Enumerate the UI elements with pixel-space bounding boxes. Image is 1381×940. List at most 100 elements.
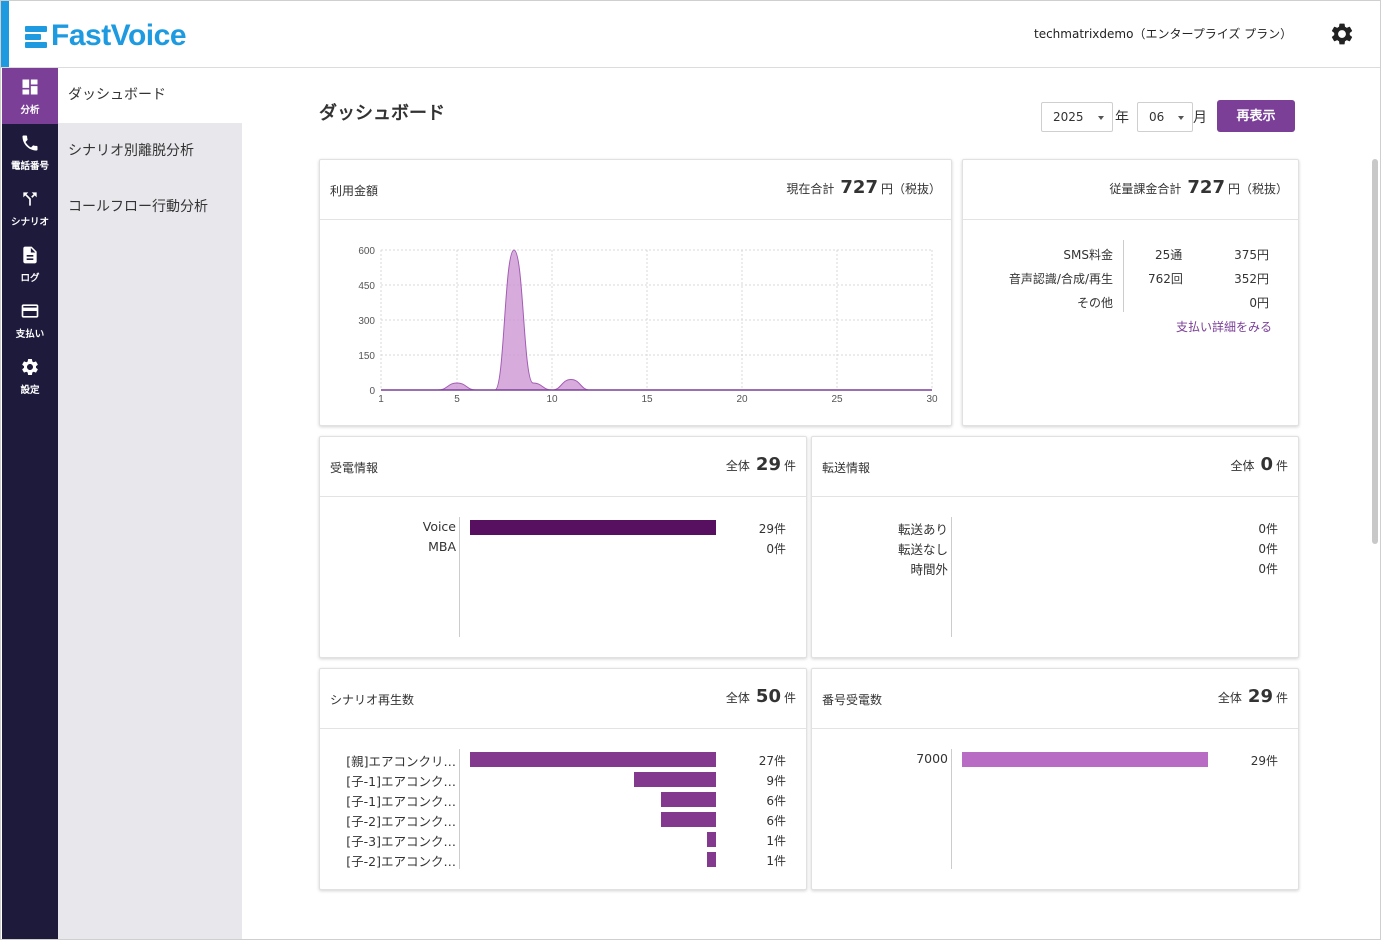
refresh-button[interactable]: 再表示 (1217, 100, 1295, 132)
gear-icon (22, 359, 38, 375)
bar[interactable] (706, 852, 716, 867)
axis-line (459, 517, 460, 637)
page-title: ダッシュボード (319, 103, 445, 124)
icon-rail: 分析 電話番号 シナリオ ログ 支払い 設定 (2, 68, 58, 939)
rail-item-scenario[interactable]: シナリオ (2, 180, 58, 236)
bar-label: [子-2]エアコンク… (346, 814, 456, 829)
fee-amount: 352円 (1234, 272, 1269, 286)
bar-value: 1件 (766, 854, 786, 868)
rail-item-phone-number[interactable]: 電話番号 (2, 124, 58, 180)
total-label: 現在合計 (786, 182, 835, 196)
total-value: 727 (1187, 177, 1225, 198)
bar-label: [子-3]エアコンク… (346, 834, 456, 849)
bar-label: [子-1]エアコンク… (346, 794, 456, 809)
header-accent-bar (1, 1, 9, 67)
fee-amount: 375円 (1234, 248, 1269, 262)
app-window: FastVoice techmatrixdemo（エンタープライズ プラン） 分… (0, 0, 1381, 940)
fee-amount: 0円 (1249, 296, 1269, 310)
usage-area-chart: 60045030015001 5 10 15 20 25 30 (358, 246, 938, 405)
bar[interactable] (706, 832, 716, 847)
bar[interactable] (661, 792, 716, 807)
bar-label: Voice (422, 519, 456, 534)
usage-card: 利用金額 現在合計 727 円（税抜） 600 450 300 150 0 1 5 10 15 20 2… (319, 159, 952, 426)
card-title: 転送情報 (822, 461, 871, 475)
rail-label: ログ (20, 273, 40, 284)
total-unit: 円（税抜） (1227, 182, 1288, 196)
bar-value: 29件 (758, 522, 786, 536)
fastvoice-logo[interactable]: FastVoice (25, 19, 187, 53)
fee-label: SMS料金 (1063, 248, 1113, 262)
card-title: 受電情報 (330, 461, 379, 475)
phone-icon (22, 135, 38, 151)
bar-label: [親]エアコンクリ… (346, 754, 456, 769)
bar-label: [子-2]エアコンク… (346, 854, 456, 869)
total-label: 全体 (725, 691, 750, 705)
bar-value: 27件 (758, 754, 786, 768)
settings-gear-icon[interactable] (1329, 21, 1355, 47)
rail-item-analysis[interactable]: 分析 (2, 68, 58, 124)
fee-label: 音声認識/合成/再生 (1008, 272, 1113, 286)
fee-count: 762回 (1148, 272, 1183, 286)
total-unit: 円（税抜） (880, 182, 941, 196)
month-select[interactable]: 06 (1137, 102, 1193, 132)
total-value: 29 (755, 454, 781, 475)
logo-text: FastVoice (51, 19, 187, 52)
account-name[interactable]: techmatrixdemo（エンタープライズ プラン） (1034, 25, 1292, 42)
rail-label: 電話番号 (10, 161, 49, 172)
bar-value: 0件 (1258, 562, 1278, 576)
axis-line (951, 749, 952, 869)
bar[interactable] (661, 812, 716, 827)
incoming-total: 全体 29 件 (726, 454, 796, 475)
bar-value: 9件 (766, 774, 786, 788)
bar[interactable] (962, 752, 1208, 767)
number-card: 番号受電数 全体 29 件 7000 29件 (811, 668, 1299, 890)
payment-details-link[interactable]: 支払い詳細をみる (1176, 318, 1272, 335)
total-label: 全体 (1230, 459, 1255, 473)
subnav-item-dashboard[interactable]: ダッシュボード (58, 68, 242, 123)
y-tick-label: 600 (358, 246, 375, 257)
chevron-down-icon (1178, 116, 1184, 120)
year-select[interactable]: 2025 (1041, 102, 1113, 132)
logo-mark-icon (25, 23, 49, 49)
fee-count: 25通 (1155, 248, 1183, 262)
total-unit: 件 (1275, 691, 1288, 705)
bar[interactable] (634, 772, 716, 787)
bar-label: 転送なし (897, 542, 948, 557)
card-title: 利用金額 (330, 184, 379, 198)
bar-value: 0件 (766, 542, 786, 556)
chevron-down-icon (1098, 116, 1104, 120)
rail-item-log[interactable]: ログ (2, 236, 58, 292)
bar[interactable] (470, 520, 716, 535)
subnav-item-scenario-dropout[interactable]: シナリオ別離脱分析 (58, 124, 242, 179)
number-total: 全体 29 件 (1218, 686, 1288, 707)
bar[interactable] (470, 752, 716, 767)
metered-card: 従量課金合計 727 円（税抜） SMS料金 25通 375円 音声認識/合成/再生… (962, 159, 1299, 426)
usage-total: 現在合計 727 円（税抜） (786, 177, 941, 198)
x-tick-label: 25 (831, 394, 843, 405)
transfer-card: 転送情報 全体 0 件 転送あり 0件 転送なし 0件 時間外 0件 (811, 436, 1299, 658)
x-tick-label: 10 (546, 394, 558, 405)
total-value: 29 (1247, 686, 1273, 707)
total-unit: 件 (783, 459, 796, 473)
card-header: 受電情報 全体 29 件 (320, 437, 806, 497)
divider (1123, 240, 1124, 312)
rail-label: シナリオ (10, 217, 49, 228)
subnav-item-callflow[interactable]: コールフロー行動分析 (58, 180, 242, 235)
rail-item-payment[interactable]: 支払い (2, 292, 58, 348)
bar-value: 0件 (1258, 542, 1278, 556)
sub-navigation: ダッシュボード シナリオ別離脱分析 コールフロー行動分析 (58, 68, 242, 939)
card-title: 番号受電数 (822, 693, 883, 707)
page-scrollbar[interactable] (1372, 159, 1378, 544)
y-tick-label: 0 (369, 386, 375, 397)
rail-label: 設定 (20, 385, 40, 396)
top-header: FastVoice techmatrixdemo（エンタープライズ プラン） (1, 1, 1380, 68)
bar-value: 6件 (766, 794, 786, 808)
bar-value: 0件 (1258, 522, 1278, 536)
x-tick-label: 20 (736, 394, 748, 405)
rail-item-settings[interactable]: 設定 (2, 348, 58, 404)
total-unit: 件 (1275, 459, 1288, 473)
bar-label: MBA (428, 539, 456, 554)
bar-label: 時間外 (910, 562, 948, 577)
total-value: 0 (1260, 454, 1273, 475)
fee-label: その他 (1076, 296, 1113, 310)
